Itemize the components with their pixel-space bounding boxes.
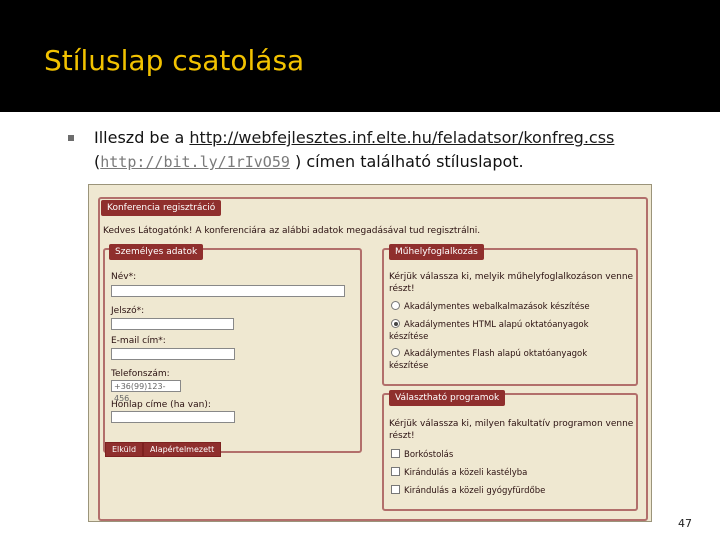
bullet-prefix: Illeszd be a — [94, 128, 190, 147]
intro-text: Kedves Látogatónk! A konferenciára az al… — [103, 226, 481, 236]
bullet-suffix: ) címen található stíluslapot. — [289, 152, 524, 171]
stylesheet-link[interactable]: http://webfejlesztes.inf.elte.hu/feladat… — [189, 128, 614, 147]
radio-icon[interactable] — [391, 348, 400, 357]
password-input[interactable] — [111, 318, 234, 330]
program-option-spa[interactable]: Kirándulás a közeli gyógyfürdőbe — [391, 485, 546, 497]
program-option-spa-label: Kirándulás a közeli gyógyfürdőbe — [404, 486, 546, 496]
password-label: Jelszó*: — [111, 306, 145, 316]
email-input[interactable] — [111, 348, 235, 360]
programs-question-line-2: részt! — [389, 431, 415, 441]
workshop-option-html-line-2: készítése — [389, 332, 429, 342]
workshop-question-line-2: részt! — [389, 284, 415, 294]
name-label: Név*: — [111, 272, 137, 282]
radio-icon[interactable] — [391, 301, 400, 310]
workshop-option-flash[interactable]: Akadálymentes Flash alapú oktatóanyagok — [391, 348, 588, 360]
form-screenshot: Konferencia regisztráció Kedves Látogató… — [88, 184, 652, 522]
workshop-option-webapps-label: Akadálymentes webalkalmazások készítése — [404, 302, 590, 312]
programs-question: Kérjük válassza ki, milyen fakultatív pr… — [389, 419, 634, 429]
homepage-label: Honlap címe (ha van): — [111, 400, 211, 410]
personal-data-legend: Személyes adatok — [109, 244, 204, 260]
checkbox-icon[interactable] — [391, 485, 400, 494]
program-option-castle-label: Kirándulás a közeli kastélyba — [404, 468, 528, 478]
bullet-text: Illeszd be a http://webfejlesztes.inf.el… — [94, 126, 702, 174]
program-option-castle[interactable]: Kirándulás a közeli kastélyba — [391, 467, 528, 479]
workshop-question: Kérjük válassza ki, melyik műhelyfoglalk… — [389, 272, 634, 282]
checkbox-icon[interactable] — [391, 467, 400, 476]
workshop-legend: Műhelyfoglalkozás — [389, 244, 484, 260]
programs-legend: Választható programok — [389, 390, 506, 406]
workshop-option-flash-label: Akadálymentes Flash alapú oktatóanyagok — [404, 349, 588, 359]
registration-legend: Konferencia regisztráció — [101, 200, 222, 216]
short-link[interactable]: http://bit.ly/1rIvO59 — [100, 153, 290, 171]
page-number: 47 — [678, 517, 692, 530]
name-input[interactable] — [111, 285, 345, 297]
instruction-bullet: Illeszd be a http://webfejlesztes.inf.el… — [68, 126, 702, 174]
program-option-wine[interactable]: Borkóstolás — [391, 449, 454, 461]
radio-selected-icon[interactable] — [391, 319, 400, 328]
checkbox-icon[interactable] — [391, 449, 400, 458]
workshop-option-webapps[interactable]: Akadálymentes webalkalmazások készítése — [391, 301, 590, 313]
bullet-square-icon — [68, 135, 74, 141]
phone-label: Telefonszám: — [111, 369, 170, 379]
workshop-option-html[interactable]: Akadálymentes HTML alapú oktatóanyagok — [391, 319, 589, 331]
submit-button[interactable]: Elküld — [105, 442, 144, 457]
workshop-option-html-label: Akadálymentes HTML alapú oktatóanyagok — [404, 320, 589, 330]
homepage-input[interactable] — [111, 411, 235, 423]
workshop-option-flash-line-2: készítése — [389, 361, 429, 371]
slide-title: Stíluslap csatolása — [44, 44, 305, 77]
program-option-wine-label: Borkóstolás — [404, 450, 454, 460]
email-label: E-mail cím*: — [111, 336, 166, 346]
phone-input[interactable]: +36(99)123-456 — [111, 380, 181, 403]
reset-button[interactable]: Alapértelmezett — [143, 442, 222, 457]
